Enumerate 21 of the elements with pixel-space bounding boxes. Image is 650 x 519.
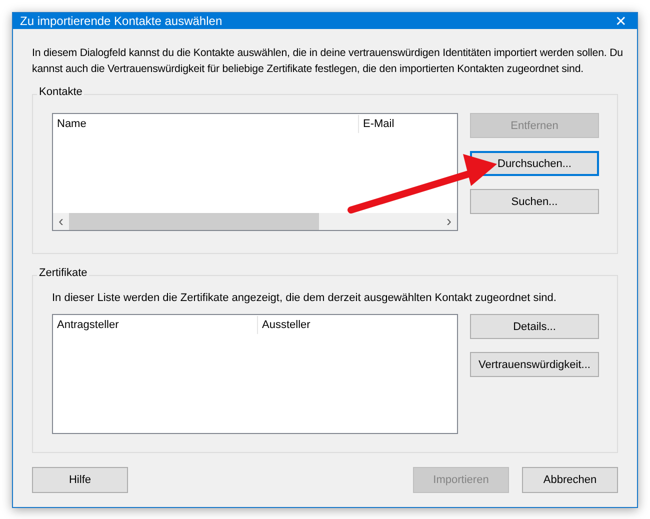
group-legend: Kontakte (37, 86, 84, 98)
scroll-right-button[interactable]: › (441, 213, 457, 230)
intro-text: In diesem Dialogfeld kannst du die Kontakte auswählen, die in deine vertrauenswürdigen Identitäten importiert werden sollen. Du kannst auch die Vertrauenswürdigkeit für beliebige Zertifikate festlegen, die den importierten Kontakten zugeordnet sind. (32, 46, 624, 77)
dialog-button[interactable]: Abbrechen (522, 467, 618, 493)
horizontal-scrollbar[interactable]: ‹ › (53, 213, 457, 230)
dialog-button[interactable]: Suchen... (470, 189, 599, 214)
column-header[interactable]: E-Mail (359, 115, 457, 133)
certificates-list[interactable]: Antragsteller Aussteller (52, 314, 458, 434)
scrollbar-thumb[interactable] (69, 213, 319, 230)
help-button[interactable]: Hilfe (32, 467, 128, 493)
dialog-button[interactable]: Details... (470, 314, 599, 339)
dialog-button[interactable]: Vertrauenswürdigkeit... (470, 352, 599, 377)
group-legend: Zertifikate (37, 267, 90, 279)
column-header[interactable]: Aussteller (258, 316, 457, 334)
window-title: Zu importierende Kontakte auswählen (20, 14, 222, 28)
contacts-list[interactable]: Name E-Mail ‹ › (52, 113, 458, 231)
column-header[interactable]: Antragsteller (53, 316, 258, 334)
close-button[interactable]: ✕ (615, 13, 627, 29)
certificates-description: In dieser Liste werden die Zertifikate angezeigt, die dem derzeit ausgewählten Kontakt zugeordnet sind. (52, 292, 558, 304)
scroll-left-button[interactable]: ‹ (53, 213, 69, 230)
column-header[interactable]: Name (53, 115, 359, 133)
